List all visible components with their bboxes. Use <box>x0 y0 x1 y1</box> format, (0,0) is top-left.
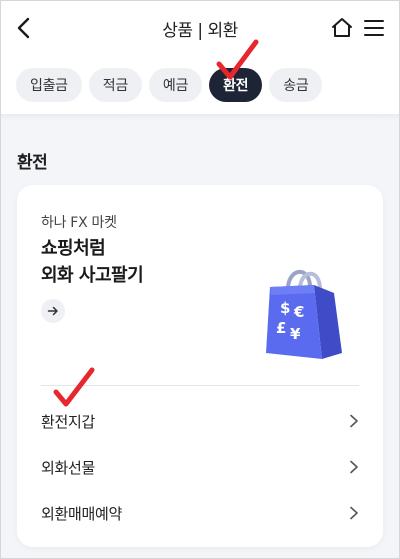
promo-headline-line1: 쇼핑처럼 <box>41 238 106 259</box>
home-icon <box>332 18 352 37</box>
home-button[interactable] <box>330 16 354 40</box>
svg-text:$: $ <box>280 299 290 317</box>
menu-item-label: 외환매매예약 <box>41 504 123 523</box>
hamburger-menu-icon <box>364 20 384 36</box>
menu-item-label: 외화선물 <box>41 458 96 477</box>
svg-text:£: £ <box>276 319 286 337</box>
promo-arrow-button[interactable] <box>41 299 65 323</box>
tab-time-deposit[interactable]: 예금 <box>148 68 203 102</box>
tab-label: 입출금 <box>30 78 68 94</box>
currency-shopping-bag-icon: $ € £ ¥ <box>266 270 342 359</box>
arrow-right-icon <box>47 306 58 316</box>
hamburger-menu-button[interactable] <box>362 16 386 40</box>
card-divider <box>41 385 359 386</box>
chevron-right-icon <box>350 460 358 474</box>
svg-text:€: € <box>293 303 304 321</box>
tabs-divider <box>0 114 400 120</box>
promo-headline-line2: 외화 사고팔기 <box>41 265 144 286</box>
promo-subtitle: 하나 FX 마켓 <box>41 215 117 231</box>
tab-label: 적금 <box>102 78 128 94</box>
section-title: 환전 <box>17 153 48 173</box>
exchange-card: 하나 FX 마켓 쇼핑처럼 외화 사고팔기 $ € £ ¥ 환전지갑 외화선물 … <box>17 185 383 547</box>
promo-headline[interactable]: 쇼핑처럼 외화 사고팔기 <box>41 235 144 289</box>
tab-currency-exchange[interactable]: 환전 <box>209 68 263 102</box>
menu-item-label: 환전지갑 <box>41 412 96 431</box>
menu-item-exchange-wallet[interactable]: 환전지갑 <box>41 399 359 443</box>
tab-installment-savings[interactable]: 적금 <box>88 68 142 102</box>
menu-item-fx-gift[interactable]: 외화선물 <box>41 445 359 489</box>
tab-deposit-withdrawal[interactable]: 입출금 <box>16 68 82 102</box>
category-tabs: 입출금 적금 예금 환전 송금 <box>0 56 400 114</box>
menu-item-fx-reservation[interactable]: 외환매매예약 <box>41 491 359 535</box>
chevron-right-icon <box>350 414 358 428</box>
svg-text:¥: ¥ <box>290 325 301 343</box>
tab-remittance[interactable]: 송금 <box>269 68 323 102</box>
tab-label: 환전 <box>223 78 249 94</box>
tab-label: 송금 <box>283 78 309 94</box>
top-app-bar: 상품 | 외환 <box>0 0 400 56</box>
chevron-right-icon <box>350 506 358 520</box>
tab-label: 예금 <box>162 78 189 94</box>
